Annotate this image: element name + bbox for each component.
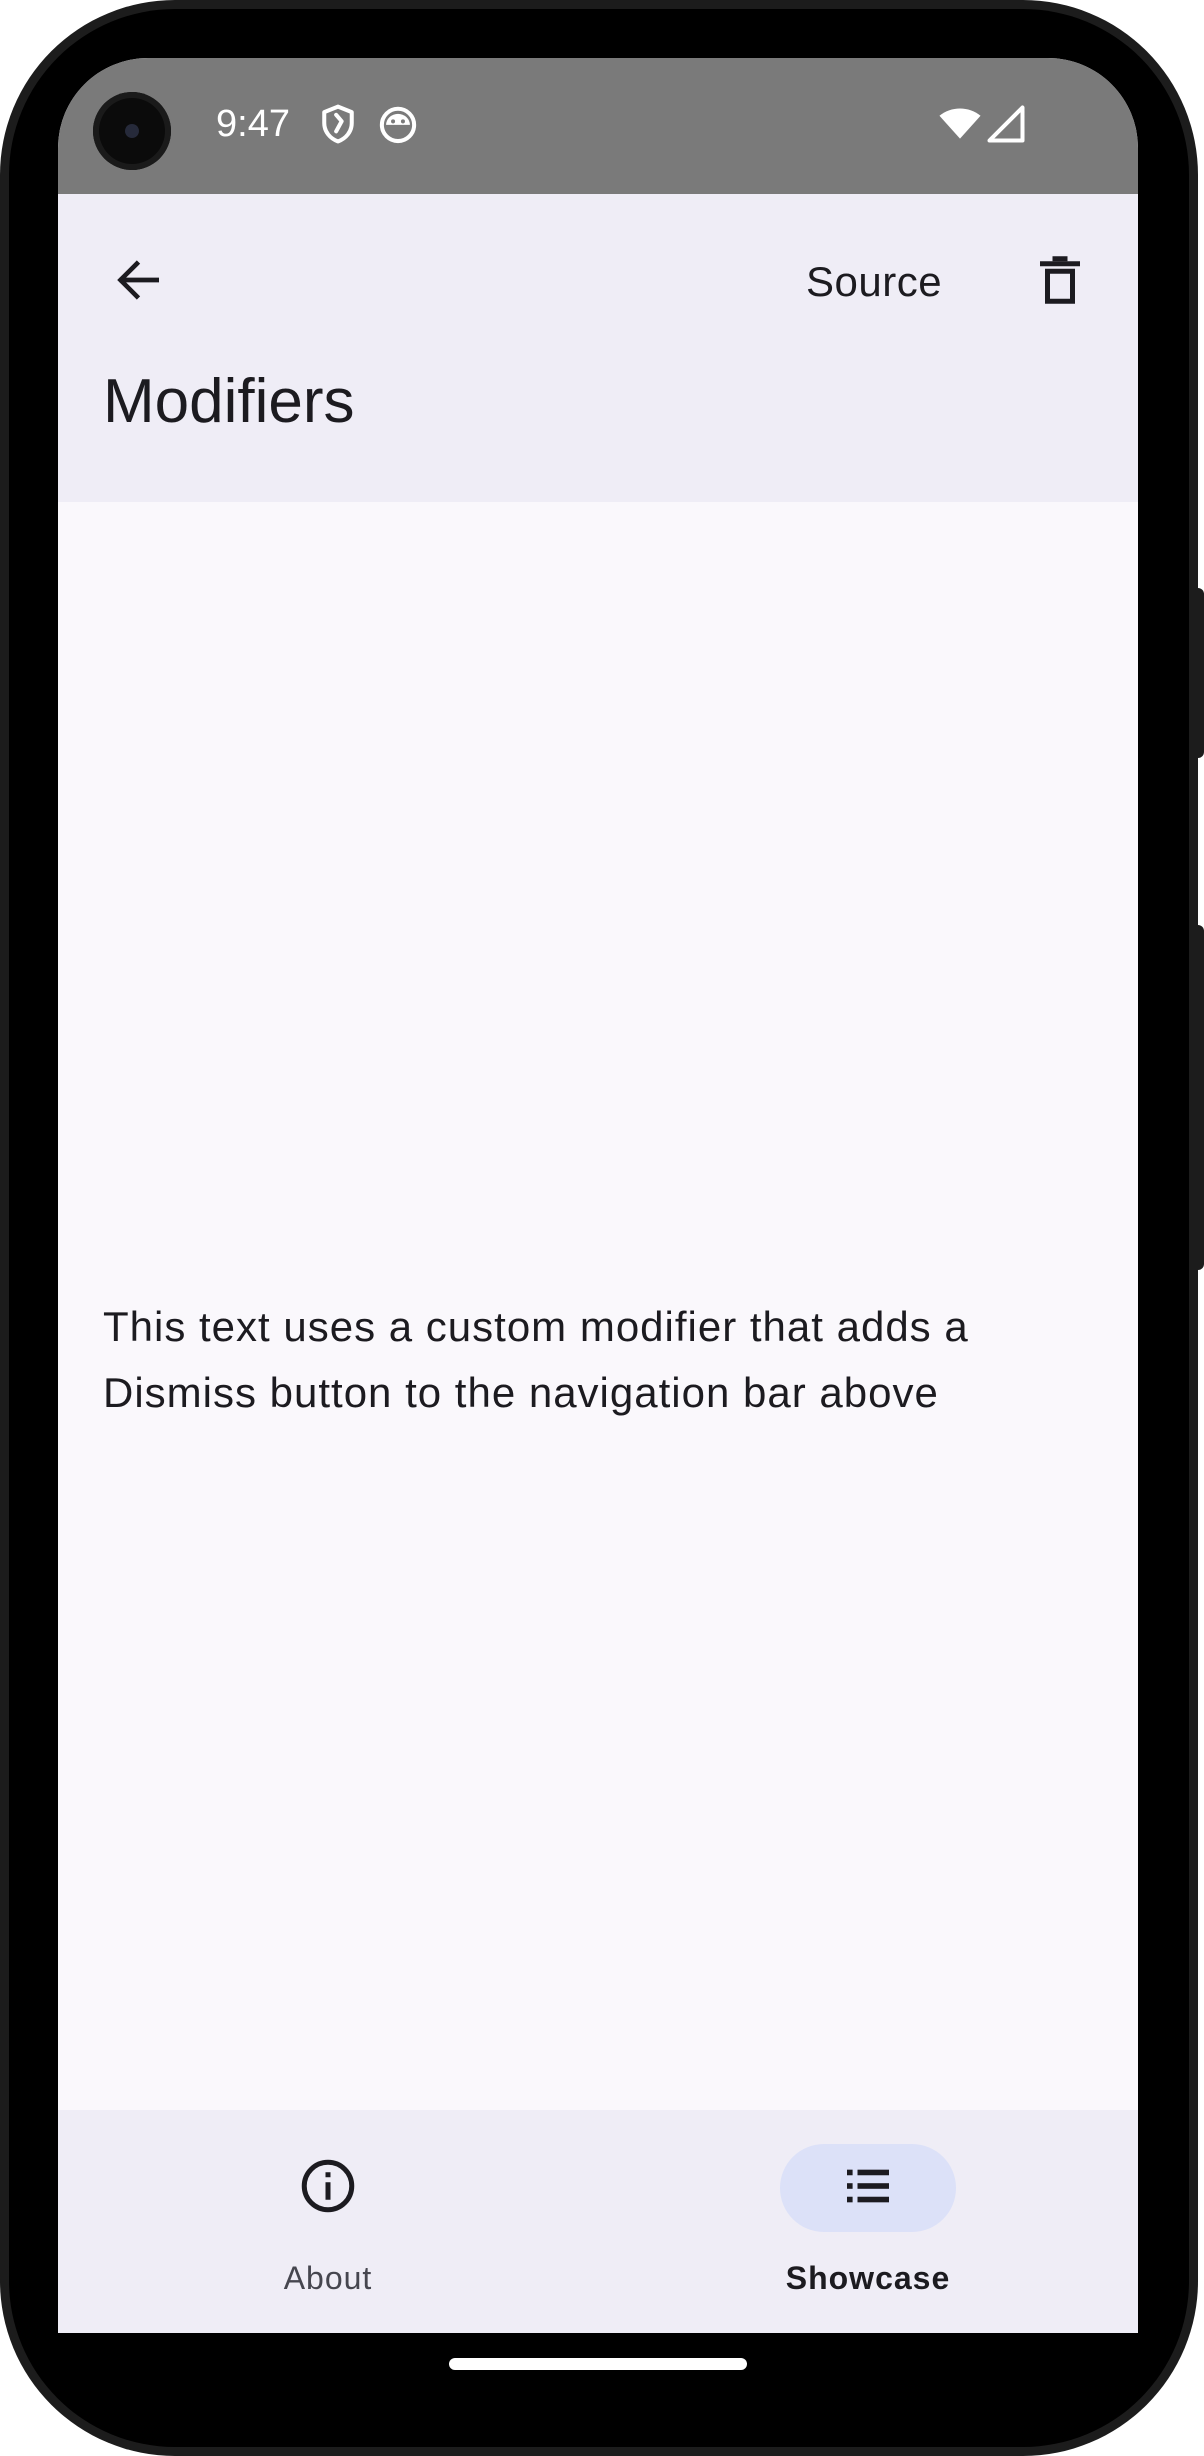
nav-label-about: About: [283, 2260, 373, 2296]
modifier-description-text: This text uses a custom modifier that ad…: [103, 1303, 969, 1416]
shield-icon: [316, 102, 360, 146]
back-button[interactable]: [98, 242, 178, 322]
wifi-icon: [938, 102, 982, 146]
power-button: [1194, 588, 1204, 758]
delete-button[interactable]: [1020, 242, 1100, 322]
status-bar: 9:47: [58, 58, 1138, 194]
volume-button: [1194, 925, 1204, 1270]
nav-label-showcase: Showcase: [785, 2260, 951, 2296]
cell-signal-icon: [984, 102, 1028, 146]
nav-item-about[interactable]: About: [58, 2110, 598, 2333]
nav-item-showcase[interactable]: Showcase: [598, 2110, 1138, 2333]
list-icon: [840, 2158, 896, 2219]
nav-pill-active: [780, 2144, 956, 2232]
trash-icon: [1030, 250, 1090, 315]
nav-pill: [240, 2144, 416, 2232]
status-time: 9:47: [216, 103, 290, 145]
home-indicator[interactable]: [449, 2358, 747, 2370]
android-head-icon: [376, 102, 420, 146]
content-area: This text uses a custom modifier that ad…: [58, 502, 1138, 2110]
app-screen: 9:47 Source Modifiers This text uses a c…: [58, 58, 1138, 2333]
top-app-bar: Source Modifiers: [58, 194, 1138, 502]
info-icon: [298, 2156, 358, 2221]
arrow-back-icon: [110, 252, 166, 313]
source-button[interactable]: Source: [806, 252, 942, 312]
front-camera: [93, 92, 171, 170]
page-title: Modifiers: [103, 367, 355, 436]
bottom-navigation-bar: About Showcase: [58, 2110, 1138, 2333]
